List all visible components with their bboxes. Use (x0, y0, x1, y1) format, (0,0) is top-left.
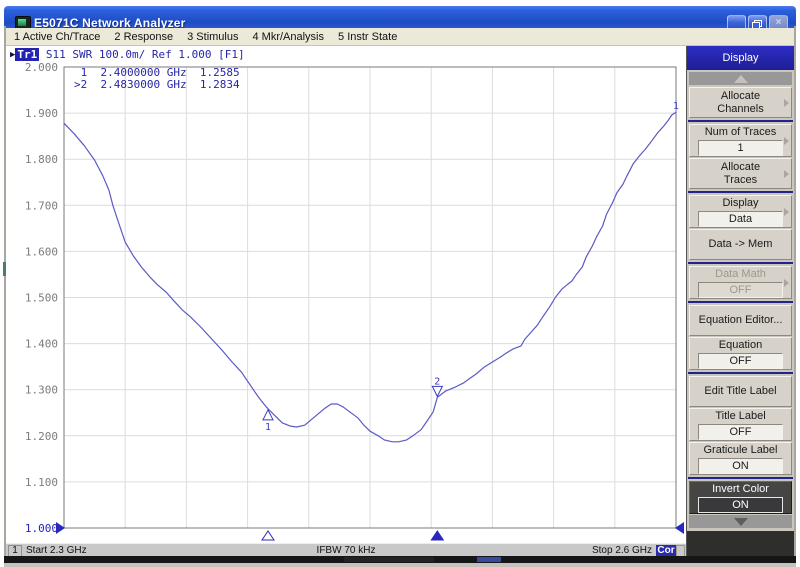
softkey-num-of-traces[interactable]: Num of Traces1 (689, 124, 792, 157)
marker-readout-row: >2 2.4830000 GHz 1.2834 (74, 79, 240, 91)
softkey-group-separator (688, 301, 793, 303)
softkey-value: OFF (698, 282, 783, 298)
softkey-label: Equation (719, 339, 762, 352)
softkey-list: AllocateChannelsNum of Traces1AllocateTr… (687, 87, 794, 515)
menu-item[interactable]: 5 Instr State (331, 31, 404, 43)
title-bar[interactable]: E5071C Network Analyzer _ × (4, 6, 796, 28)
softkey-value: OFF (698, 353, 783, 369)
chevron-up-icon (734, 75, 748, 83)
status-bar: 1 Start 2.3 GHz IFBW 70 kHz Stop 2.6 GHz… (6, 543, 686, 557)
stop-frequency-label: Stop 2.6 GHz (592, 545, 652, 556)
y-axis-label: 1.900 (25, 107, 58, 120)
softkey-label: Num of Traces (705, 126, 777, 139)
softkey-title-label[interactable]: Title LabelOFF (689, 408, 792, 441)
softkey-group-separator (688, 262, 793, 264)
marker-1-triangle-icon (263, 410, 273, 420)
y-axis-label: 1.200 (25, 430, 58, 443)
plot-svg: 2.000 1.900 1.800 1.700 1.600 1.500 1.400 1.300… (6, 46, 686, 543)
taskbar-segment (344, 557, 434, 562)
chevron-down-icon (734, 518, 748, 526)
menu-item[interactable]: 3 Stimulus (180, 31, 245, 43)
y-axis-label: 1.300 (25, 384, 58, 397)
softkey-value: OFF (698, 424, 783, 440)
softkey-group-separator (688, 372, 793, 374)
softkey-label: Allocate (721, 90, 760, 103)
softkey-value: ON (698, 497, 783, 513)
softkey-group-separator (688, 120, 793, 122)
softkey-value: Data (698, 211, 783, 227)
menu-bar: 1 Active Ch/Trace2 Response3 Stimulus4 M… (4, 28, 796, 46)
menu-item[interactable]: 4 Mkr/Analysis (245, 31, 331, 43)
softkey-label: Title Label (715, 410, 765, 423)
marker-1-number: 1 (265, 422, 271, 433)
softkey-sidebar: Display AllocateChannelsNum of Traces1Al… (686, 46, 794, 556)
softkey-allocate-channels[interactable]: AllocateChannels (689, 87, 792, 118)
softkey-value: 1 (698, 140, 783, 156)
y-axis-label: 1.700 (25, 199, 58, 212)
y-axis-label: 1.600 (25, 245, 58, 258)
softkey-display-data[interactable]: DisplayData (689, 195, 792, 228)
submenu-arrow-icon (784, 208, 789, 216)
taskbar-strip (4, 556, 796, 563)
softkey-group-separator (688, 191, 793, 193)
e5071c-application-window: E5071C Network Analyzer _ × 1 Active Ch/… (0, 0, 800, 567)
window-frame-right (794, 26, 796, 556)
y-axis-label: 1.400 (25, 338, 58, 351)
softkey-value: ON (698, 458, 783, 474)
submenu-arrow-icon (784, 279, 789, 287)
menu-item[interactable]: 2 Response (107, 31, 180, 43)
submenu-arrow-icon (784, 170, 789, 178)
softkey-label: Data Math (715, 268, 766, 281)
softkey-label: Data -> Mem (709, 238, 773, 251)
softkey-label: Traces (724, 174, 757, 187)
trace-number-label: 1 (673, 101, 679, 112)
y-axis-label: 1.100 (25, 476, 58, 489)
softkey-data-to-mem[interactable]: Data -> Mem (689, 229, 792, 260)
softkey-label: Channels (717, 103, 763, 116)
trace-label-badge: Tr1 (15, 48, 39, 61)
softkey-scroll-up[interactable] (689, 72, 792, 85)
submenu-arrow-icon (784, 99, 789, 107)
marker-readout: 1 2.4000000 GHz 1.2585>2 2.4830000 GHz 1… (74, 67, 240, 91)
softkey-edit-title-label[interactable]: Edit Title Label (689, 376, 792, 407)
softkey-allocate-traces[interactable]: AllocateTraces (689, 158, 792, 189)
softkey-label: Display (722, 197, 758, 210)
menu-item[interactable]: 1 Active Ch/Trace (7, 31, 107, 43)
softkey-label: Allocate (721, 161, 760, 174)
softkey-group-separator (688, 477, 793, 479)
softkey-equation-editor[interactable]: Equation Editor... (689, 305, 792, 336)
submenu-arrow-icon (784, 137, 789, 145)
softkey-equation[interactable]: EquationOFF (689, 337, 792, 370)
marker-2-number: 2 (434, 376, 440, 387)
y-axis-label: 1.800 (25, 153, 58, 166)
softkey-label: Invert Color (712, 483, 769, 496)
ifbw-label: IFBW 70 kHz (6, 545, 686, 556)
stimulus-marker-1-icon (262, 531, 274, 540)
trace-format-text: S11 SWR 100.0m/ Ref 1.000 [F1] (39, 48, 244, 61)
softkey-menu-title: Display (687, 46, 794, 70)
trace-status-bar[interactable]: ▶Tr1 S11 SWR 100.0m/ Ref 1.000 [F1] (10, 48, 245, 61)
softkey-data-math: Data MathOFF (689, 266, 792, 299)
softkey-label: Equation Editor... (699, 314, 783, 327)
softkey-scroll-down[interactable] (689, 515, 792, 528)
sidebar-filler (687, 531, 794, 556)
softkey-invert-color[interactable]: Invert ColorON (689, 481, 792, 514)
softkey-graticule-label[interactable]: Graticule LabelON (689, 442, 792, 475)
y-axis-label: 1.000 (25, 522, 58, 535)
softkey-label: Graticule Label (704, 444, 778, 457)
y-axis-label: 2.000 (25, 61, 58, 74)
stimulus-marker-2-icon (431, 531, 443, 540)
bottom-strip (4, 563, 796, 567)
correction-badge: Cor (656, 545, 676, 556)
y-axis-label: 1.500 (25, 292, 58, 305)
taskbar-segment-active (477, 557, 501, 562)
softkey-label: Edit Title Label (704, 385, 776, 398)
